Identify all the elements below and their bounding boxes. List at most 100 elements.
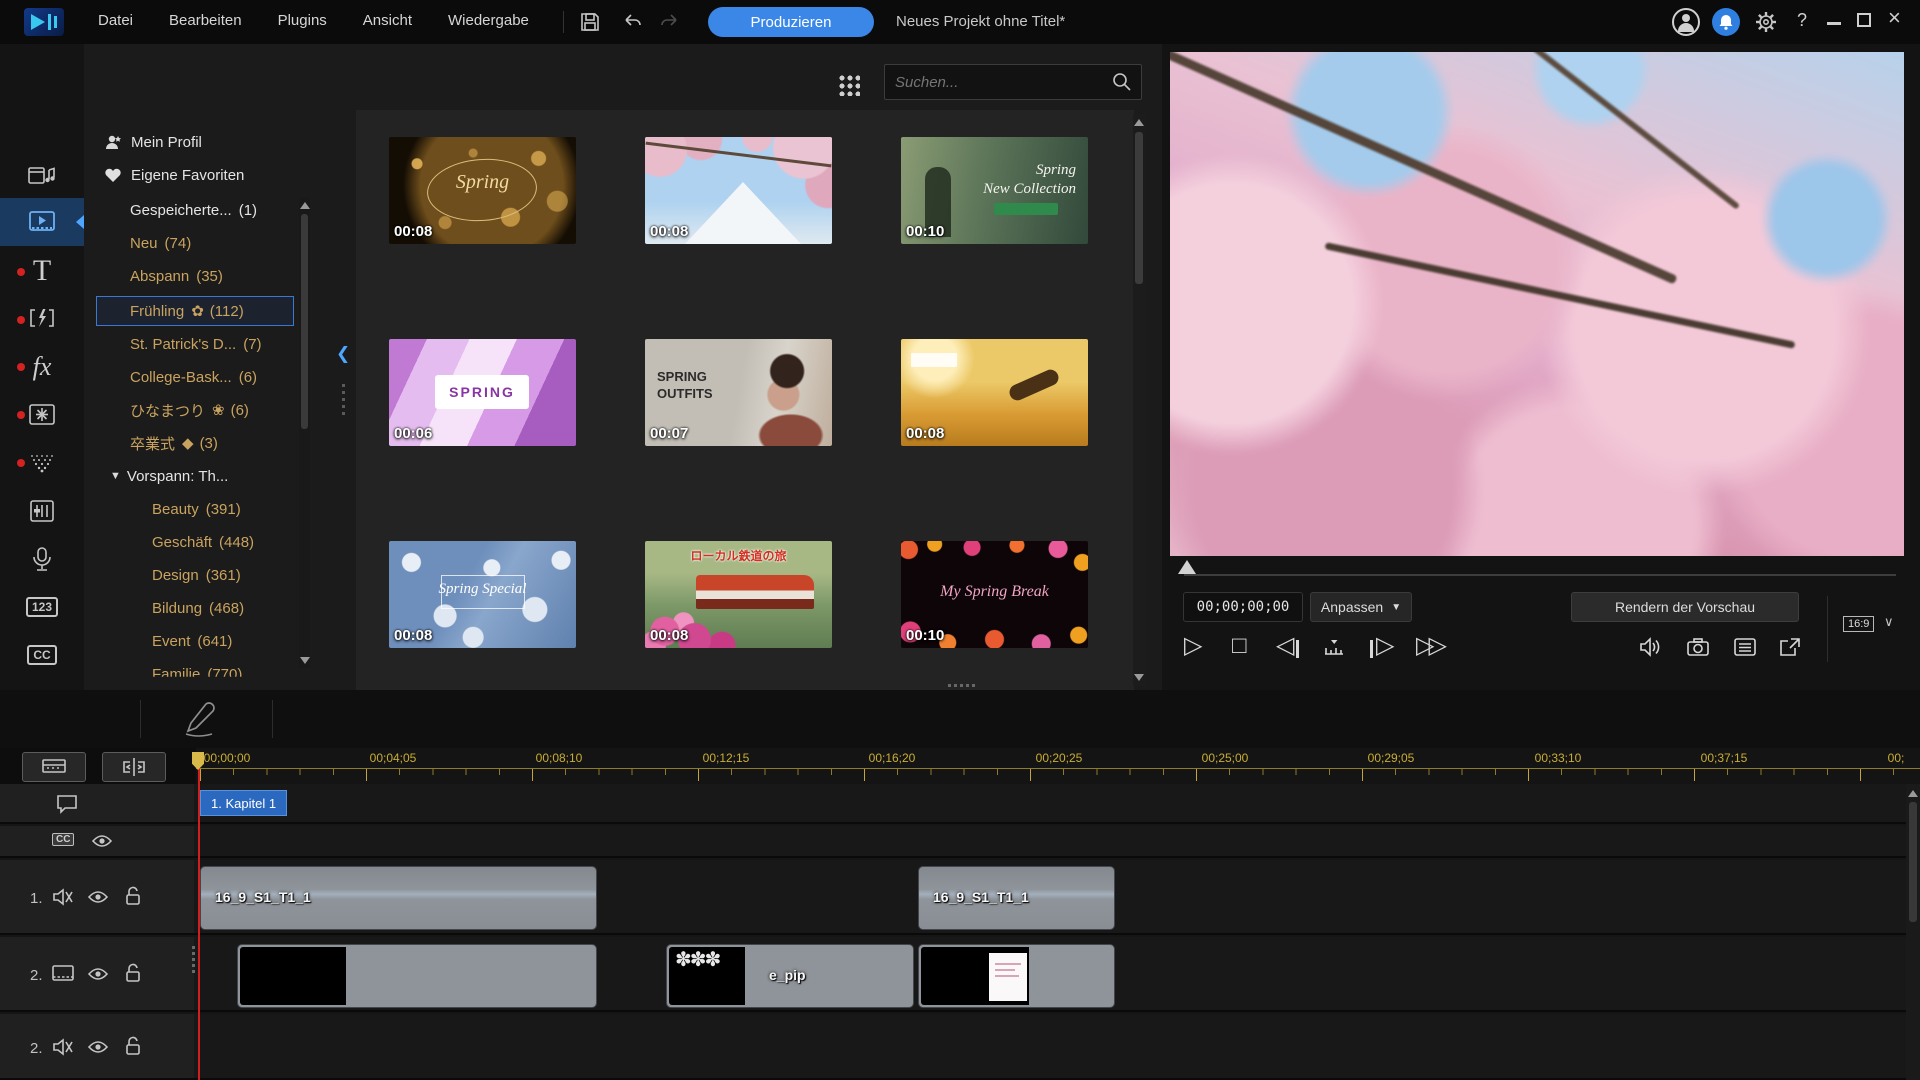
chapter-marker[interactable]: 1. Kapitel 1 bbox=[200, 790, 287, 816]
clip-pip-1[interactable] bbox=[237, 944, 597, 1008]
close-button[interactable]: × bbox=[1888, 7, 1901, 29]
category-college-basketball[interactable]: College-Bask...(6) bbox=[130, 363, 360, 391]
lock-open-icon[interactable] bbox=[124, 886, 142, 906]
browser-scrollbar[interactable] bbox=[1133, 114, 1145, 686]
save-icon[interactable] bbox=[578, 10, 602, 34]
snapshot-marker-button[interactable] bbox=[1322, 636, 1346, 658]
template-thumbnail[interactable]: 00:08 bbox=[901, 339, 1088, 446]
rail-media-room[interactable] bbox=[0, 154, 84, 202]
scroll-up-icon[interactable] bbox=[300, 202, 310, 209]
aspect-chevron-icon[interactable]: ∨ bbox=[1884, 614, 1894, 630]
view-grid-icon[interactable] bbox=[838, 74, 860, 96]
design-pencil-icon[interactable] bbox=[176, 698, 220, 740]
snapshot-camera-button[interactable] bbox=[1686, 636, 1710, 658]
clip-title-2[interactable]: 16_9_S1_T1_1 bbox=[918, 866, 1115, 930]
menu-wiedergabe[interactable]: Wiedergabe bbox=[448, 12, 529, 29]
menu-bearbeiten[interactable]: Bearbeiten bbox=[169, 12, 242, 29]
fast-forward-button[interactable]: ▷▷ bbox=[1416, 634, 1441, 658]
template-thumbnail[interactable]: SPRINGOUTFITS 00:07 bbox=[645, 339, 832, 446]
category-sotsugyoushiki[interactable]: 卒業式◆(3) bbox=[130, 429, 360, 457]
help-button[interactable]: ? bbox=[1797, 10, 1807, 31]
rail-video-overlay-room[interactable] bbox=[0, 198, 84, 246]
account-avatar-icon[interactable] bbox=[1672, 8, 1700, 36]
mute-track-icon[interactable] bbox=[52, 1038, 74, 1056]
rail-subtitle-room[interactable]: CC bbox=[0, 631, 84, 679]
category-abspann[interactable]: Abspann(35) bbox=[130, 262, 360, 290]
scroll-down-icon[interactable] bbox=[300, 657, 310, 664]
menu-plugins[interactable]: Plugins bbox=[278, 12, 327, 29]
clip-pip-2[interactable] bbox=[918, 944, 1115, 1008]
details-view-button[interactable] bbox=[1733, 636, 1757, 658]
stop-button[interactable]: □ bbox=[1232, 634, 1247, 658]
category-st-patricks[interactable]: St. Patrick's D...(7) bbox=[130, 330, 360, 358]
category-bildung[interactable]: Bildung(468) bbox=[152, 594, 382, 622]
timeline-scrollbar[interactable] bbox=[1906, 784, 1920, 1080]
scroll-up-icon[interactable] bbox=[1134, 119, 1144, 126]
rail-mixing-room[interactable] bbox=[0, 487, 84, 535]
search-icon[interactable] bbox=[1111, 71, 1133, 93]
search-input[interactable] bbox=[895, 69, 1095, 95]
collapse-panel-arrow[interactable]: ❮ bbox=[336, 344, 350, 364]
eye-icon[interactable] bbox=[88, 1040, 108, 1054]
library-my-profile[interactable]: Mein Profil bbox=[84, 128, 314, 156]
chapter-track-lane[interactable] bbox=[194, 784, 1906, 824]
library-scrollbar[interactable] bbox=[299, 198, 310, 668]
rail-overlay-room[interactable] bbox=[0, 391, 84, 439]
category-gespeicherte[interactable]: Gespeicherte...(1) bbox=[130, 196, 360, 224]
template-thumbnail[interactable]: ローカル鉄道の旅 00:08 bbox=[645, 541, 832, 648]
template-thumbnail[interactable]: Spring Special 00:08 bbox=[389, 541, 576, 648]
category-design[interactable]: Design(361) bbox=[152, 561, 382, 589]
lock-open-icon[interactable] bbox=[124, 1036, 142, 1056]
mute-track-icon[interactable] bbox=[52, 888, 74, 906]
lock-open-icon[interactable] bbox=[124, 963, 142, 983]
scroll-down-icon[interactable] bbox=[1134, 674, 1144, 681]
produce-button[interactable]: Produzieren bbox=[708, 7, 874, 37]
zoom-fit-dropdown[interactable]: Anpassen▼ bbox=[1310, 592, 1412, 622]
previous-frame-button[interactable]: ◁ bbox=[1276, 634, 1294, 658]
minimize-button[interactable] bbox=[1827, 22, 1841, 25]
next-frame-button[interactable]: ▷ bbox=[1376, 634, 1394, 658]
rail-chapter-room[interactable]: 123 bbox=[0, 583, 84, 631]
split-clip-button[interactable] bbox=[102, 752, 166, 782]
undock-window-button[interactable] bbox=[1778, 636, 1802, 658]
template-thumbnail[interactable]: My Spring Break 00:10 bbox=[901, 541, 1088, 648]
aspect-ratio-badge[interactable]: 16:9 bbox=[1843, 616, 1874, 632]
eye-icon[interactable] bbox=[88, 890, 108, 904]
track2-audio-lane[interactable] bbox=[194, 1014, 1906, 1080]
template-thumbnail[interactable]: SPRING 00:06 bbox=[389, 339, 576, 446]
seek-handle[interactable] bbox=[1178, 560, 1196, 574]
playhead-line[interactable] bbox=[198, 764, 200, 1080]
play-button[interactable]: ▷ bbox=[1184, 634, 1202, 658]
panel-resize-dots[interactable] bbox=[948, 684, 978, 687]
category-event[interactable]: Event(641) bbox=[152, 627, 382, 655]
volume-button[interactable] bbox=[1638, 636, 1662, 658]
category-neu[interactable]: Neu(74) bbox=[130, 229, 360, 257]
notifications-bell-icon[interactable] bbox=[1712, 8, 1740, 36]
category-familie[interactable]: Familie(770) bbox=[152, 660, 382, 688]
clip-title-1[interactable]: 16_9_S1_T1_1 bbox=[200, 866, 597, 930]
category-fruehling[interactable]: Frühling✿(112) bbox=[130, 297, 360, 325]
maximize-button[interactable] bbox=[1857, 13, 1871, 27]
timeline-ruler[interactable]: 00;00;00 00;04;05 00;08;10 00;12;15 00;1… bbox=[196, 748, 1920, 784]
undo-icon[interactable] bbox=[620, 10, 644, 34]
eye-icon[interactable] bbox=[88, 967, 108, 981]
scroll-up-icon[interactable] bbox=[1908, 790, 1918, 797]
template-thumbnail[interactable]: SpringNew Collection 00:10 bbox=[901, 137, 1088, 244]
panel-resize-grip[interactable] bbox=[342, 384, 345, 418]
template-thumbnail[interactable]: Spring 00:08 bbox=[389, 137, 576, 244]
video-track-icon[interactable] bbox=[52, 965, 74, 981]
seek-bar[interactable] bbox=[1184, 574, 1896, 576]
rail-transition-room[interactable] bbox=[0, 295, 84, 343]
category-hinamatsuri[interactable]: ひなまつり❀(6) bbox=[130, 396, 360, 424]
eye-icon[interactable] bbox=[92, 834, 112, 848]
category-geschaeft[interactable]: Geschäft(448) bbox=[152, 528, 382, 556]
category-beauty[interactable]: Beauty(391) bbox=[152, 495, 382, 523]
menu-datei[interactable]: Datei bbox=[98, 12, 133, 29]
timeline-view-button[interactable] bbox=[22, 752, 86, 782]
settings-gear-icon[interactable] bbox=[1753, 9, 1779, 35]
subtitle-track-lane[interactable] bbox=[194, 826, 1906, 858]
render-preview-button[interactable]: Rendern der Vorschau bbox=[1571, 592, 1799, 622]
track-grip-dots[interactable] bbox=[192, 946, 195, 976]
rail-voiceover-room[interactable] bbox=[0, 535, 84, 583]
rail-effect-room[interactable]: fx bbox=[0, 343, 84, 391]
